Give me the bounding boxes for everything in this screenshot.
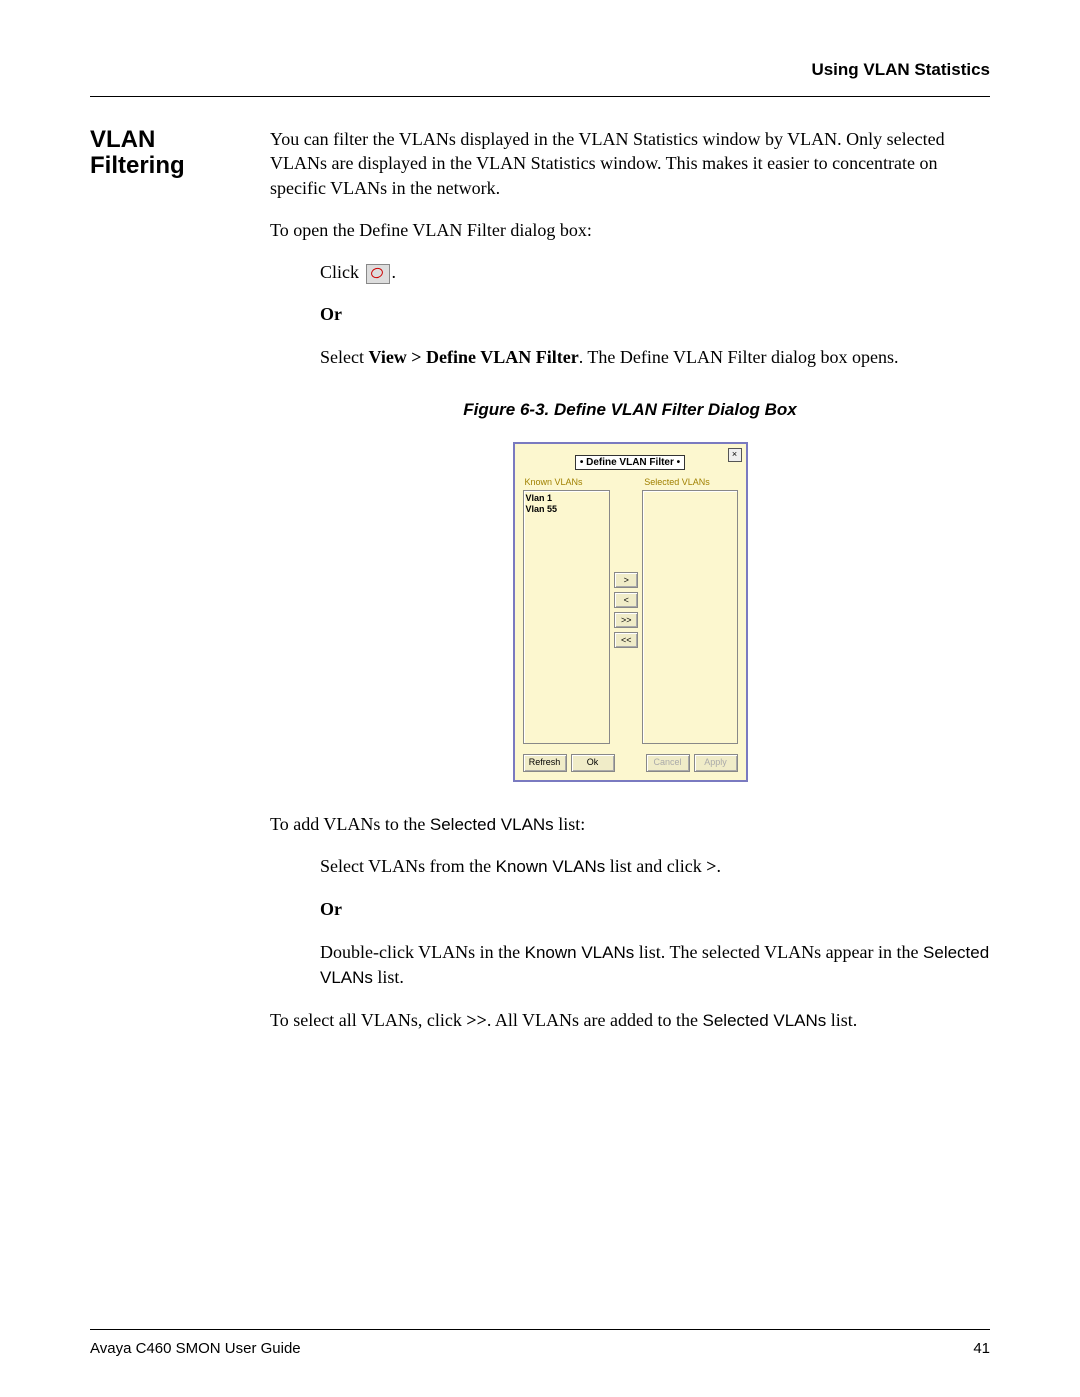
section-heading: VLAN Filtering (90, 127, 270, 180)
move-right-all-button[interactable]: >> (614, 612, 638, 628)
text: list. (826, 1010, 857, 1030)
apply-button[interactable]: Apply (694, 754, 738, 772)
selected-vlans-listbox[interactable] (642, 490, 737, 744)
text: Select (320, 347, 368, 367)
ok-button[interactable]: Ok (571, 754, 615, 772)
text: list and click (605, 856, 706, 876)
ui-term: Selected VLANs (430, 815, 554, 834)
button-ref: > (706, 856, 716, 876)
filter-icon (366, 264, 390, 284)
dialog-title: • Define VLAN Filter • (523, 456, 738, 470)
define-vlan-filter-dialog: × • Define VLAN Filter • Known VLANs Vla… (513, 442, 748, 782)
text: . (717, 856, 722, 876)
or-label: Or (320, 897, 990, 921)
known-vlans-listbox[interactable]: Vlan 1 Vlan 55 (523, 490, 611, 744)
heading-line: VLAN (90, 126, 155, 153)
ui-term: Selected VLANs (703, 1011, 827, 1030)
text: Double-click VLANs in the (320, 942, 525, 962)
text: list. (373, 967, 404, 987)
page-footer: Avaya C460 SMON User Guide 41 (90, 1329, 990, 1357)
selected-vlans-label: Selected VLANs (642, 476, 737, 488)
move-left-all-button[interactable]: << (614, 632, 638, 648)
text: To add VLANs to the (270, 814, 430, 834)
button-ref: >> (466, 1010, 487, 1030)
cancel-button[interactable]: Cancel (646, 754, 690, 772)
text: . The Define VLAN Filter dialog box open… (579, 347, 899, 367)
text: list: (554, 814, 586, 834)
page-header: Using VLAN Statistics (90, 60, 990, 90)
known-vlans-label: Known VLANs (523, 476, 611, 488)
heading-line: Filtering (90, 152, 185, 179)
header-rule (90, 96, 990, 97)
move-left-button[interactable]: < (614, 592, 638, 608)
body-paragraph: To open the Define VLAN Filter dialog bo… (270, 218, 990, 242)
text: list. The selected VLANs appear in the (634, 942, 923, 962)
text: . (392, 262, 397, 282)
body-paragraph: To select all VLANs, click >>. All VLANs… (270, 1008, 990, 1033)
figure-caption: Figure 6-3. Define VLAN Filter Dialog Bo… (270, 399, 990, 422)
refresh-button[interactable]: Refresh (523, 754, 567, 772)
close-button[interactable]: × (728, 448, 742, 462)
text: . All VLANs are added to the (487, 1010, 703, 1030)
menu-path: View > Define VLAN Filter (368, 347, 578, 367)
step-line: Select View > Define VLAN Filter. The De… (320, 345, 990, 369)
footer-guide: Avaya C460 SMON User Guide (90, 1340, 301, 1357)
body-paragraph: You can filter the VLANs displayed in th… (270, 127, 990, 200)
ui-term: Known VLANs (496, 857, 606, 876)
step-line: Click . (320, 260, 990, 284)
text: To select all VLANs, click (270, 1010, 466, 1030)
or-label: Or (320, 302, 990, 326)
text: Click (320, 262, 364, 282)
body-paragraph: To add VLANs to the Selected VLANs list: (270, 812, 990, 837)
text: Select VLANs from the (320, 856, 496, 876)
step-line: Select VLANs from the Known VLANs list a… (320, 854, 990, 879)
step-line: Double-click VLANs in the Known VLANs li… (320, 940, 990, 990)
page-number: 41 (973, 1340, 990, 1357)
ui-term: Known VLANs (525, 943, 635, 962)
move-right-button[interactable]: > (614, 572, 638, 588)
